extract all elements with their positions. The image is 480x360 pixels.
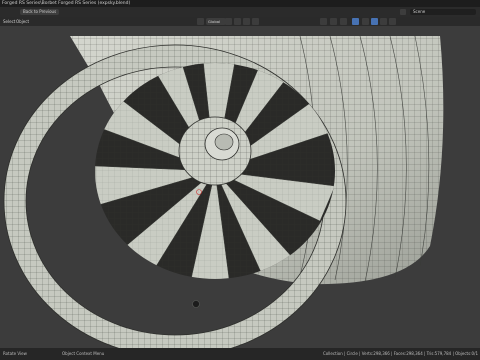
back-to-previous-label: Back to Previous: [23, 9, 57, 14]
snap-target-icon[interactable]: [243, 18, 250, 25]
transform-orientation-value: Global: [208, 19, 221, 24]
window-title: Forged RS Series\Borbet Forged RS Series…: [2, 1, 131, 6]
proportional-edit-icon[interactable]: [252, 18, 259, 25]
valve-hole: [192, 300, 200, 308]
back-to-previous-button[interactable]: Back to Previous: [20, 9, 60, 15]
transform-orientation-dropdown[interactable]: Global: [206, 18, 226, 25]
orientation-icon: [197, 18, 204, 25]
material-shading-icon[interactable]: [380, 18, 387, 25]
scene-statistics: Collection | Circle | Verts:298,366 | Fa…: [322, 351, 478, 356]
window-title-bar: Forged RS Series\Borbet Forged RS Series…: [0, 0, 480, 7]
status-bar: Rotate View Object Context Menu Collecti…: [0, 348, 480, 360]
overlay-icon[interactable]: [340, 18, 347, 25]
scene-icon[interactable]: [400, 9, 406, 15]
wheel-mesh: [3, 35, 444, 348]
pivot-icon[interactable]: [225, 18, 232, 25]
menu-select[interactable]: Select: [3, 17, 15, 26]
menu-object[interactable]: Object: [16, 17, 29, 26]
status-context-menu: Object Context Menu: [62, 351, 105, 356]
snap-icon[interactable]: [234, 18, 241, 25]
solid-shading-icon[interactable]: [371, 18, 378, 25]
3d-viewport[interactable]: [0, 26, 480, 348]
scene-selector[interactable]: Scene: [410, 9, 476, 15]
rendered-shading-icon[interactable]: [389, 18, 396, 25]
xray-icon[interactable]: [352, 18, 359, 25]
wireframe-shading-icon[interactable]: [362, 18, 369, 25]
status-rotate-view: Rotate View: [3, 351, 27, 356]
visibility-icon[interactable]: [320, 18, 327, 25]
gizmo-icon[interactable]: [330, 18, 337, 25]
top-bar: [0, 7, 480, 17]
scene-name: Scene: [413, 9, 426, 14]
